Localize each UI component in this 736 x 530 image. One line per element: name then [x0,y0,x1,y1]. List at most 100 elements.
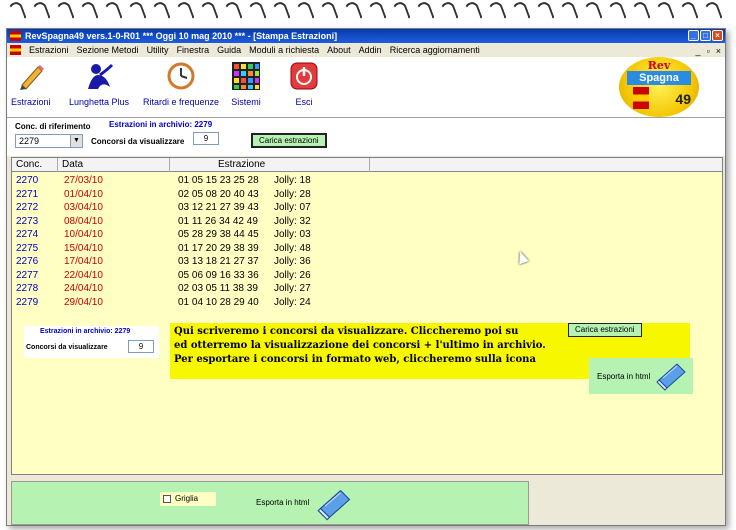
chevron-down-icon[interactable]: ▼ [70,135,82,147]
cell-nums: 02 05 08 20 40 43 [178,188,259,200]
flag-icon [10,45,21,55]
minimize-button[interactable]: _ [688,30,699,41]
cell-nums: 01 11 26 34 42 49 [178,215,258,227]
lottery-figure-icon [88,63,114,89]
table-row[interactable]: 2278 24/04/10 02 03 05 11 38 39 Jolly: 2… [12,282,712,296]
export-html-box[interactable]: Esporta in html [589,358,693,394]
conc-combo-value: 2279 [19,136,40,146]
bottom-panel: Griglia Esporta in html [11,481,529,525]
estrazioni-button[interactable]: Estrazioni [11,61,51,107]
mdi-close-button[interactable]: × [716,44,721,58]
book-export-icon[interactable] [316,486,354,522]
cell-data: 27/03/10 [64,175,103,186]
table-row[interactable]: 2275 15/04/10 01 17 20 29 38 39 Jolly: 4… [12,242,712,256]
esci-button[interactable]: Esci [289,61,319,107]
cell-jolly: Jolly: 24 [274,296,311,308]
app-icon [10,31,21,41]
carica-estrazioni-button[interactable]: Carica estrazioni [251,133,327,148]
ritardi-label: Ritardi e frequenze [143,97,220,107]
sistemi-button[interactable]: Sistemi [231,61,261,107]
table-row[interactable]: 2279 29/04/10 01 04 10 28 29 40 Jolly: 2… [12,296,712,310]
cell-conc: 2275 [16,242,39,254]
cell-jolly: Jolly: 28 [274,188,311,200]
table-row[interactable]: 2270 27/03/10 01 05 15 23 25 28 Jolly: 1… [12,174,712,188]
cell-data: 22/04/10 [64,269,103,281]
cell-data: 17/04/10 [64,256,103,267]
tutorial-line-2: ed otterremo la visualizzazione dei conc… [174,340,546,351]
inner-visual-input[interactable]: 9 [128,340,154,353]
lunghetta-button[interactable]: Lunghetta Plus [69,61,129,107]
sistemi-label: Sistemi [231,97,261,107]
menu-ricerca[interactable]: Ricerca aggiornamenti [386,43,484,57]
spain-flag-icon [633,87,649,109]
table-row[interactable]: 2272 03/04/10 03 12 21 27 39 43 Jolly: 0… [12,201,712,215]
table-row[interactable]: 2274 10/04/10 05 28 29 38 44 45 Jolly: 0… [12,228,712,242]
archive-count-label: Estrazioni in archivio: 2279 [109,120,213,129]
cell-conc: 2271 [16,188,39,200]
pencil-icon [19,65,44,90]
visual-count-input[interactable]: 9 [193,132,219,145]
results-grid: Conc. Data Estrazione 2270 27/03/10 01 0… [11,157,723,475]
griglia-label: Griglia [175,494,199,503]
mdi-minimize-button[interactable]: _ [696,44,701,58]
app-window: RevSpagna49 vers.1-0-R01 *** Oggi 10 mag… [6,28,726,526]
window-title: RevSpagna49 vers.1-0-R01 *** Oggi 10 mag… [25,31,338,41]
header-data[interactable]: Data [58,158,170,172]
cell-nums: 02 03 05 11 38 39 [178,283,258,294]
close-button[interactable]: × [712,30,723,41]
conc-combo[interactable]: 2279 ▼ [15,134,83,148]
cell-conc: 2274 [16,229,39,240]
cell-data: 15/04/10 [64,242,103,254]
inner-params-panel: Estrazioni in archivio: 2279 Concorsi da… [24,326,159,358]
maximize-button[interactable]: □ [700,30,711,41]
grid-header: Conc. Data Estrazione [12,158,722,172]
logo-text-spagna: Spagna [627,71,691,85]
cell-jolly: Jolly: 07 [274,202,311,213]
menu-guida[interactable]: Guida [213,43,245,57]
export-label: Esporta in html [597,372,651,381]
cell-data: 01/04/10 [64,188,103,200]
table-row[interactable]: 2273 08/04/10 01 11 26 34 42 49 Jolly: 3… [12,215,712,229]
cell-nums: 03 12 21 27 39 43 [178,202,259,213]
menu-moduli[interactable]: Moduli a richiesta [245,43,323,57]
cell-nums: 01 17 20 29 38 39 [178,242,259,254]
bottom-export-label[interactable]: Esporta in html [256,498,309,507]
table-row[interactable]: 2271 01/04/10 02 05 08 20 40 43 Jolly: 2… [12,188,712,202]
clock-icon [167,62,195,90]
toolbar: Estrazioni Lunghetta Plus Ritardi e freq… [7,57,725,117]
logo-text-49: 49 [675,91,691,107]
cell-conc: 2278 [16,283,39,294]
cell-conc: 2277 [16,269,39,281]
cell-jolly: Jolly: 18 [274,175,311,186]
menu-about[interactable]: About [323,43,355,57]
cell-conc: 2270 [16,175,39,186]
cell-nums: 01 04 10 28 29 40 [178,296,259,308]
cell-nums: 05 06 09 16 33 36 [178,269,259,281]
cell-data: 08/04/10 [64,215,103,227]
menu-addin[interactable]: Addin [355,43,386,57]
griglia-checkbox[interactable]: Griglia [160,492,216,506]
cell-jolly: Jolly: 27 [274,283,311,294]
conc-label: Conc. di riferimento [15,122,91,131]
checkbox-icon[interactable] [163,494,171,503]
power-icon [290,62,318,90]
visual-label: Concorsi da visualizzare [91,137,185,146]
inner-carica-button[interactable]: Carica estrazioni [568,323,642,337]
cell-conc: 2272 [16,202,39,213]
header-conc[interactable]: Conc. [12,158,58,172]
cell-conc: 2273 [16,215,39,227]
cell-nums: 03 13 18 21 27 37 [178,256,259,267]
menu-sezione-metodi[interactable]: Sezione Metodi [73,43,143,57]
menu-utility[interactable]: Utility [143,43,173,57]
table-row[interactable]: 2277 22/04/10 05 06 09 16 33 36 Jolly: 2… [12,269,712,283]
cell-nums: 05 28 29 38 44 45 [178,229,259,240]
table-row[interactable]: 2276 17/04/10 03 13 18 21 27 37 Jolly: 3… [12,255,712,269]
grid-palette-icon [232,62,260,90]
menu-finestra[interactable]: Finestra [173,43,214,57]
menu-estrazioni[interactable]: Estrazioni [25,43,73,57]
ritardi-button[interactable]: Ritardi e frequenze [143,61,219,107]
cell-conc: 2276 [16,256,39,267]
mdi-restore-button[interactable]: ▫ [707,44,710,58]
header-estrazione[interactable]: Estrazione [170,158,370,172]
cell-jolly: Jolly: 48 [274,242,311,254]
